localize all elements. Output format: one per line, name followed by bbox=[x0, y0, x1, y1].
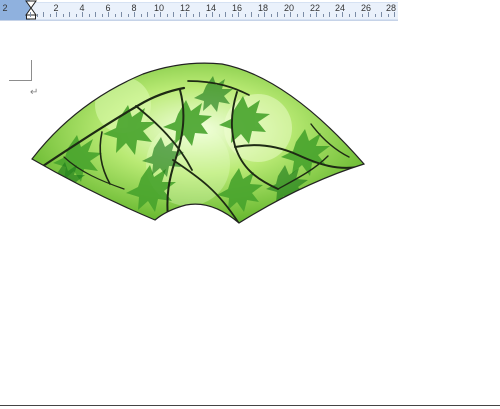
ruler-tick bbox=[342, 12, 343, 17]
ruler-tick bbox=[82, 12, 83, 17]
ruler-tick bbox=[277, 12, 278, 17]
document-page[interactable]: ↵ bbox=[0, 21, 500, 407]
ruler-label: 2 bbox=[2, 3, 8, 13]
ruler-tick bbox=[30, 12, 31, 17]
ruler-tick bbox=[186, 12, 187, 17]
ruler-tick bbox=[43, 12, 44, 17]
horizontal-ruler[interactable]: 2 2 4 6 8 10 12 14 16 18 20 22 24 26 28 bbox=[0, 0, 398, 21]
ruler-tick bbox=[316, 12, 317, 17]
ruler-tick bbox=[192, 14, 194, 17]
hourglass-indent-icon[interactable] bbox=[25, 0, 37, 20]
ruler-label: 24 bbox=[334, 3, 346, 13]
ruler-tick bbox=[179, 14, 181, 17]
ruler-tick bbox=[394, 12, 395, 17]
ruler-tick bbox=[49, 14, 51, 17]
ruler-tick bbox=[355, 12, 356, 17]
ruler-tick bbox=[361, 14, 363, 17]
ruler-tick bbox=[218, 14, 220, 17]
ruler-tick bbox=[296, 14, 298, 17]
page-bottom-divider bbox=[0, 405, 500, 406]
ruler-tick bbox=[238, 12, 239, 17]
ruler-label: 12 bbox=[179, 3, 191, 13]
ruler-tick bbox=[205, 14, 207, 17]
ruler-tick bbox=[153, 14, 155, 17]
ruler-tick bbox=[348, 14, 350, 17]
ruler-tick bbox=[244, 14, 246, 17]
ruler-tick bbox=[127, 14, 129, 17]
ruler-tick bbox=[329, 12, 330, 17]
ruler-tick bbox=[147, 12, 148, 17]
ruler-tick bbox=[322, 14, 324, 17]
ruler-tick bbox=[173, 12, 174, 17]
ruler-tick bbox=[335, 14, 337, 17]
ruler-label: 16 bbox=[231, 3, 243, 13]
ruler-label: 18 bbox=[257, 3, 269, 13]
ruler-tick bbox=[101, 14, 103, 17]
ruler-tick bbox=[231, 14, 233, 17]
ruler-tick bbox=[309, 14, 311, 17]
ruler-tick bbox=[225, 12, 226, 17]
ruler-tick bbox=[264, 12, 265, 17]
ruler-tick bbox=[114, 14, 116, 17]
ruler-tick bbox=[140, 14, 142, 17]
ruler-label: 20 bbox=[283, 3, 295, 13]
ruler-tick bbox=[108, 12, 109, 17]
ruler-tick bbox=[387, 14, 389, 17]
ruler-label: 26 bbox=[360, 3, 372, 13]
ruler-tick bbox=[36, 14, 38, 17]
ruler-tick bbox=[134, 12, 135, 17]
ruler-tick bbox=[95, 12, 96, 17]
ruler-tick bbox=[121, 12, 122, 17]
ruler-tick bbox=[374, 14, 376, 17]
ruler-tick bbox=[212, 12, 213, 17]
ruler-tick bbox=[62, 14, 64, 17]
ruler-tick bbox=[368, 12, 369, 17]
ruler-tick bbox=[75, 14, 77, 17]
ruler-tick bbox=[199, 12, 200, 17]
ruler-tick bbox=[166, 14, 168, 17]
ruler-label: 14 bbox=[205, 3, 217, 13]
green-maple-leaf-fan-image[interactable] bbox=[28, 60, 368, 227]
ruler-tick bbox=[283, 14, 285, 17]
ruler-tick bbox=[160, 12, 161, 17]
ruler-tick bbox=[69, 12, 70, 17]
ruler-tick bbox=[88, 14, 90, 17]
ruler-tick bbox=[303, 12, 304, 17]
ruler-tick bbox=[251, 12, 252, 17]
ruler-tick bbox=[257, 14, 259, 17]
ruler-label: 22 bbox=[309, 3, 321, 13]
document-editor: 2 2 4 6 8 10 12 14 16 18 20 22 24 26 28 … bbox=[0, 0, 500, 409]
ruler-tick bbox=[56, 12, 57, 17]
ruler-tick bbox=[290, 12, 291, 17]
ruler-tick bbox=[270, 14, 272, 17]
ruler-label: 10 bbox=[153, 3, 165, 13]
ruler-tick bbox=[381, 12, 382, 17]
